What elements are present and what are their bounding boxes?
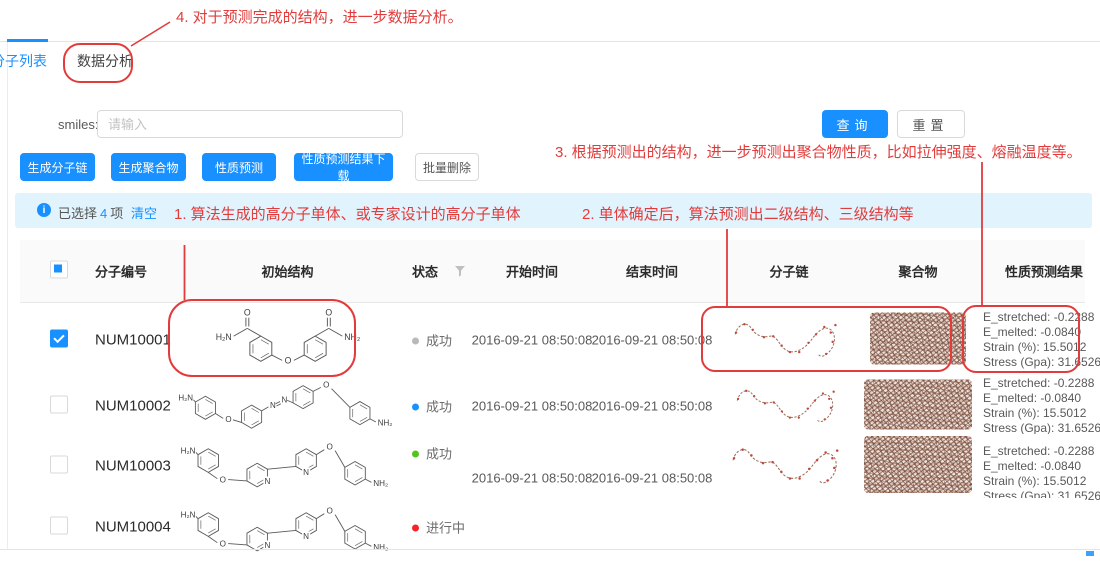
annotation-2: 2. 单体确定后，算法预测出二级结构、三级结构等 <box>582 203 914 224</box>
table-header: 分子编号 初始结构 状态 开始时间 结束时间 分子链 聚合物 性质预测结果 <box>20 240 1085 303</box>
status-label: 成功 <box>426 447 452 462</box>
selection-prefix: 已选择 <box>58 206 97 221</box>
header-results: 性质预测结果 <box>1005 262 1083 281</box>
header-start-time: 开始时间 <box>468 262 596 281</box>
info-icon <box>37 203 51 217</box>
molecule-id: NUM10001 <box>95 332 171 349</box>
query-button[interactable]: 查询 <box>822 110 888 138</box>
page: 4. 对于预测完成的结构，进一步数据分析。 3. 根据预测出的结构，进一步预测出… <box>0 0 1100 561</box>
result-line: E_stretched: -0.2288 <box>983 444 1100 459</box>
table-row: NUM10004 进行中 <box>20 498 1085 568</box>
end-time: 2016-09-21 08:50:08 <box>588 333 716 348</box>
page-bottom-divider <box>0 549 1100 550</box>
filter-icon[interactable] <box>454 265 466 277</box>
smiles-label: smiles: <box>58 117 98 132</box>
row-checkbox[interactable] <box>50 456 68 474</box>
result-line: Strain (%): 15.5012 <box>983 406 1100 421</box>
generate-polymer-button[interactable]: 生成聚合物 <box>111 153 186 181</box>
annotation-1: 1. 算法生成的高分子单体、或专家设计的高分子单体 <box>174 203 521 224</box>
status-dot <box>412 404 419 411</box>
tab-data-analysis[interactable]: 数据分析 <box>77 51 133 71</box>
result-line: E_melted: -0.0840 <box>983 391 1100 406</box>
reset-button[interactable]: 重置 <box>897 110 965 138</box>
result-line: E_stretched: -0.2288 <box>983 310 1100 325</box>
header-molecule-id: 分子编号 <box>95 262 147 281</box>
header-polymer: 聚合物 <box>862 262 974 281</box>
header-chain: 分子链 <box>720 262 858 281</box>
row-checkbox[interactable] <box>50 396 68 414</box>
row-checkbox[interactable] <box>50 517 68 535</box>
clear-selection-link[interactable]: 清空 <box>131 203 157 222</box>
annotation-4: 4. 对于预测完成的结构，进一步数据分析。 <box>176 6 463 27</box>
start-time: 2016-09-21 08:50:08 <box>468 470 596 485</box>
end-time: 2016-09-21 08:50:08 <box>588 399 716 414</box>
status-badge: 成功 <box>412 331 452 350</box>
molecule-id: NUM10003 <box>95 458 171 475</box>
left-border <box>7 41 8 549</box>
header-end-time: 结束时间 <box>588 262 716 281</box>
molecule-id: NUM10004 <box>95 519 171 536</box>
molecule-structure <box>175 437 400 495</box>
polymer-image <box>862 380 974 433</box>
status-badge: 成功 <box>412 444 452 463</box>
smiles-input[interactable] <box>97 110 403 138</box>
select-all-checkbox[interactable] <box>50 261 68 279</box>
status-dot <box>412 451 419 458</box>
molecule-chain-image <box>720 314 858 366</box>
selection-text: 已选择4项 <box>58 203 123 222</box>
molecule-structure <box>175 307 400 373</box>
annotation-3: 3. 根据预测出的结构，进一步预测出聚合物性质，比如拉伸强度、熔融温度等。 <box>555 141 1082 162</box>
polymer-image <box>862 436 974 496</box>
status-label: 进行中 <box>426 521 465 536</box>
row-checkbox[interactable] <box>50 330 68 348</box>
download-results-button[interactable]: 性质预测结果下载 <box>294 153 393 181</box>
molecule-id: NUM10002 <box>95 398 171 415</box>
molecule-structure <box>175 501 400 559</box>
table-row: NUM10002 成功 2016-09-21 08:50:08 2016-09-… <box>20 378 1085 435</box>
end-time: 2016-09-21 08:50:08 <box>588 470 716 485</box>
property-predict-button[interactable]: 性质预测 <box>202 153 276 181</box>
table-row: NUM10001 成功 2016-09-21 08:50:08 2016-09-… <box>20 302 1085 379</box>
status-label: 成功 <box>426 400 452 415</box>
status-dot <box>412 338 419 345</box>
molecule-chain-image <box>720 439 858 493</box>
polymer-image <box>862 313 974 368</box>
selection-count: 4 <box>97 206 110 221</box>
selection-suffix: 项 <box>110 206 123 221</box>
prediction-results: E_stretched: -0.2288 E_melted: -0.0840 S… <box>983 310 1100 370</box>
result-line: E_melted: -0.0840 <box>983 459 1100 474</box>
result-line: E_melted: -0.0840 <box>983 325 1100 340</box>
scrollbar-corner <box>1086 551 1094 556</box>
status-badge: 成功 <box>412 397 452 416</box>
result-line: Strain (%): 15.5012 <box>983 340 1100 355</box>
batch-delete-button[interactable]: 批量删除 <box>415 153 479 181</box>
prediction-results: E_stretched: -0.2288 E_melted: -0.0840 S… <box>983 376 1100 436</box>
active-tab-indicator <box>7 39 48 42</box>
result-line: Stress (Gpa): 31.6526 <box>983 355 1100 370</box>
generate-chain-button[interactable]: 生成分子链 <box>20 153 95 181</box>
molecule-structure <box>175 378 400 435</box>
status-badge: 进行中 <box>412 518 465 537</box>
start-time: 2016-09-21 08:50:08 <box>468 333 596 348</box>
start-time: 2016-09-21 08:50:08 <box>468 399 596 414</box>
header-structure: 初始结构 <box>175 262 400 281</box>
table-row: NUM10003 成功 2016-09-21 08:50:08 2016-09-… <box>20 434 1085 499</box>
tab-molecule-list[interactable]: 分子列表 <box>0 51 47 71</box>
tab-bar-divider <box>0 41 1100 42</box>
status-label: 成功 <box>426 334 452 349</box>
result-line: E_stretched: -0.2288 <box>983 376 1100 391</box>
molecule-chain-image <box>720 381 858 431</box>
status-dot <box>412 525 419 532</box>
result-line: Strain (%): 15.5012 <box>983 474 1100 489</box>
header-status: 状态 <box>412 262 438 281</box>
prediction-results: E_stretched: -0.2288 E_melted: -0.0840 S… <box>983 444 1100 504</box>
